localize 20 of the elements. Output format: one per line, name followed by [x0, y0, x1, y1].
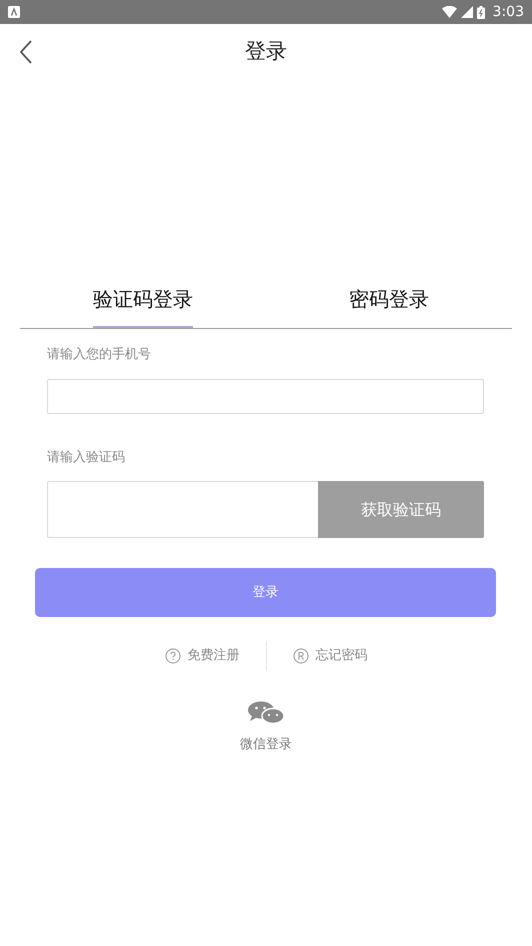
- notification-icon: [8, 6, 20, 18]
- wifi-icon: [442, 6, 457, 18]
- chat-bubbles-icon: [247, 701, 285, 725]
- status-time: 3:03: [492, 2, 524, 22]
- page-title: 登录: [245, 38, 287, 66]
- code-input-field[interactable]: [47, 481, 318, 538]
- text-link[interactable]: 忘记密码: [292, 646, 368, 666]
- wechat-login-button[interactable]: 微信登录: [240, 701, 292, 754]
- login-button[interactable]: 登录: [35, 568, 496, 617]
- battery-icon: [476, 6, 485, 18]
- login-tab[interactable]: 验证码登录: [20, 276, 266, 328]
- text-link[interactable]: 免费注册: [164, 646, 240, 666]
- get-code-button[interactable]: 获取验证码: [318, 481, 484, 538]
- question-icon: [164, 648, 180, 664]
- signal-icon: [460, 6, 473, 18]
- registered-icon: [292, 648, 308, 664]
- field-label: 请输入您的手机号: [47, 346, 152, 364]
- phone-input-field[interactable]: [47, 378, 484, 414]
- login-tab[interactable]: 密码登录: [266, 276, 512, 328]
- field-label: 请输入验证码: [47, 448, 126, 466]
